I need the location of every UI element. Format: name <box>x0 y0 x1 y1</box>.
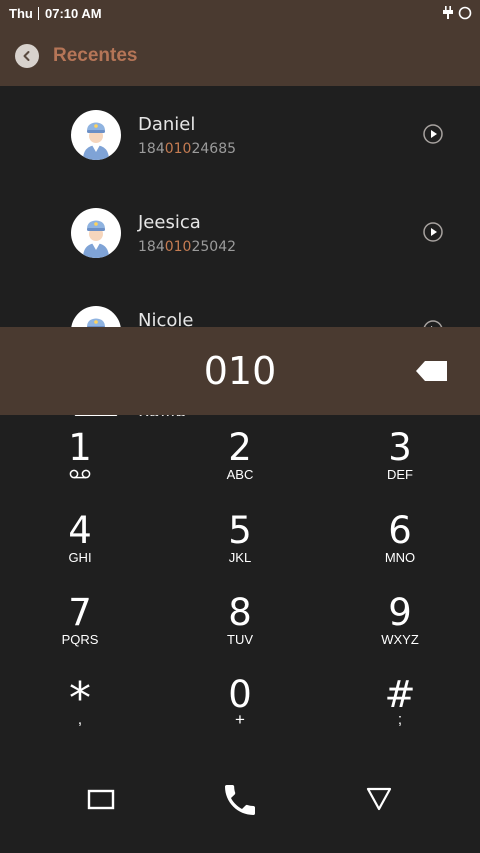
key-digit: 8 <box>228 591 252 634</box>
phone-call-icon[interactable] <box>220 780 260 820</box>
avatar-icon <box>83 220 109 258</box>
backspace-icon[interactable] <box>415 360 449 382</box>
key-digit: 1 <box>68 426 92 469</box>
key-hash[interactable]: # ; <box>320 671 480 753</box>
back-button[interactable] <box>15 44 39 68</box>
key-digit: 3 <box>388 426 412 469</box>
recents-square-icon[interactable] <box>87 788 115 812</box>
page-title: Recentes <box>53 45 138 66</box>
avatar-icon <box>83 122 109 160</box>
key-letters: ; <box>397 711 403 728</box>
key-2[interactable]: 2 ABC <box>160 424 320 506</box>
voicemail-icon <box>69 469 91 479</box>
key-7[interactable]: 7 PQRS <box>0 589 160 671</box>
key-letters: ABC <box>226 467 254 482</box>
key-letters: , <box>77 711 83 728</box>
key-3[interactable]: 3 DEF <box>320 424 480 506</box>
key-letters: GHI <box>68 550 92 565</box>
status-icons <box>442 5 472 20</box>
key-4[interactable]: 4 GHI <box>0 507 160 589</box>
status-day: Thu <box>9 6 33 21</box>
contact-row[interactable]: Daniel 18401024685 <box>0 86 480 184</box>
dialed-number-input[interactable]: 010 <box>0 349 480 393</box>
play-icon[interactable] <box>423 222 443 242</box>
key-digit: 6 <box>388 509 412 552</box>
play-icon[interactable] <box>423 124 443 144</box>
usb-plug-icon <box>443 6 453 19</box>
dialed-number-bar: 010 <box>0 327 480 415</box>
status-time: 07:10 AM <box>45 6 102 21</box>
key-digit: # <box>384 673 416 716</box>
key-digit: 0 <box>228 673 252 716</box>
back-triangle-icon[interactable] <box>365 786 393 812</box>
status-bar: Thu 07:10 AM <box>0 0 480 28</box>
key-digit: 5 <box>228 509 252 552</box>
number-match-highlight: 010 <box>164 239 192 255</box>
contact-name: Daniel <box>138 114 196 135</box>
app-bar: Recentes <box>0 28 480 86</box>
contact-number: 18401024685 <box>138 141 237 157</box>
dial-keypad: 1 2 ABC 3 DEF 4 GHI 5 JKL 6 MNO 7 PQRS 8… <box>0 424 480 754</box>
key-0[interactable]: 0 + <box>160 671 320 753</box>
key-6[interactable]: 6 MNO <box>320 507 480 589</box>
status-separator <box>38 7 39 20</box>
number-match-highlight: 010 <box>164 141 192 157</box>
key-letters: DEF <box>387 467 413 482</box>
contact-row[interactable]: Jeesica 18401025042 <box>0 184 480 282</box>
contact-number: 18401025042 <box>138 239 237 255</box>
key-9[interactable]: 9 WXYZ <box>320 589 480 671</box>
navigation-bar <box>0 755 480 853</box>
key-1[interactable]: 1 <box>0 424 160 506</box>
key-8[interactable]: 8 TUV <box>160 589 320 671</box>
key-digit: 4 <box>68 509 92 552</box>
key-letters: TUV <box>227 632 253 647</box>
key-letters: WXYZ <box>381 632 419 647</box>
avatar <box>71 208 121 258</box>
back-arrow-icon <box>23 51 30 61</box>
circle-icon <box>458 6 472 19</box>
contact-name: Jeesica <box>138 212 201 233</box>
key-star[interactable]: * , <box>0 671 160 753</box>
key-digit: 9 <box>388 591 412 634</box>
key-letters: MNO <box>384 550 416 565</box>
key-5[interactable]: 5 JKL <box>160 507 320 589</box>
key-letters: JKL <box>228 550 252 565</box>
avatar <box>71 110 121 160</box>
key-letters: + <box>235 710 245 729</box>
key-digit: 7 <box>68 591 92 634</box>
key-letters: PQRS <box>61 632 99 647</box>
key-digit: 2 <box>228 426 252 469</box>
